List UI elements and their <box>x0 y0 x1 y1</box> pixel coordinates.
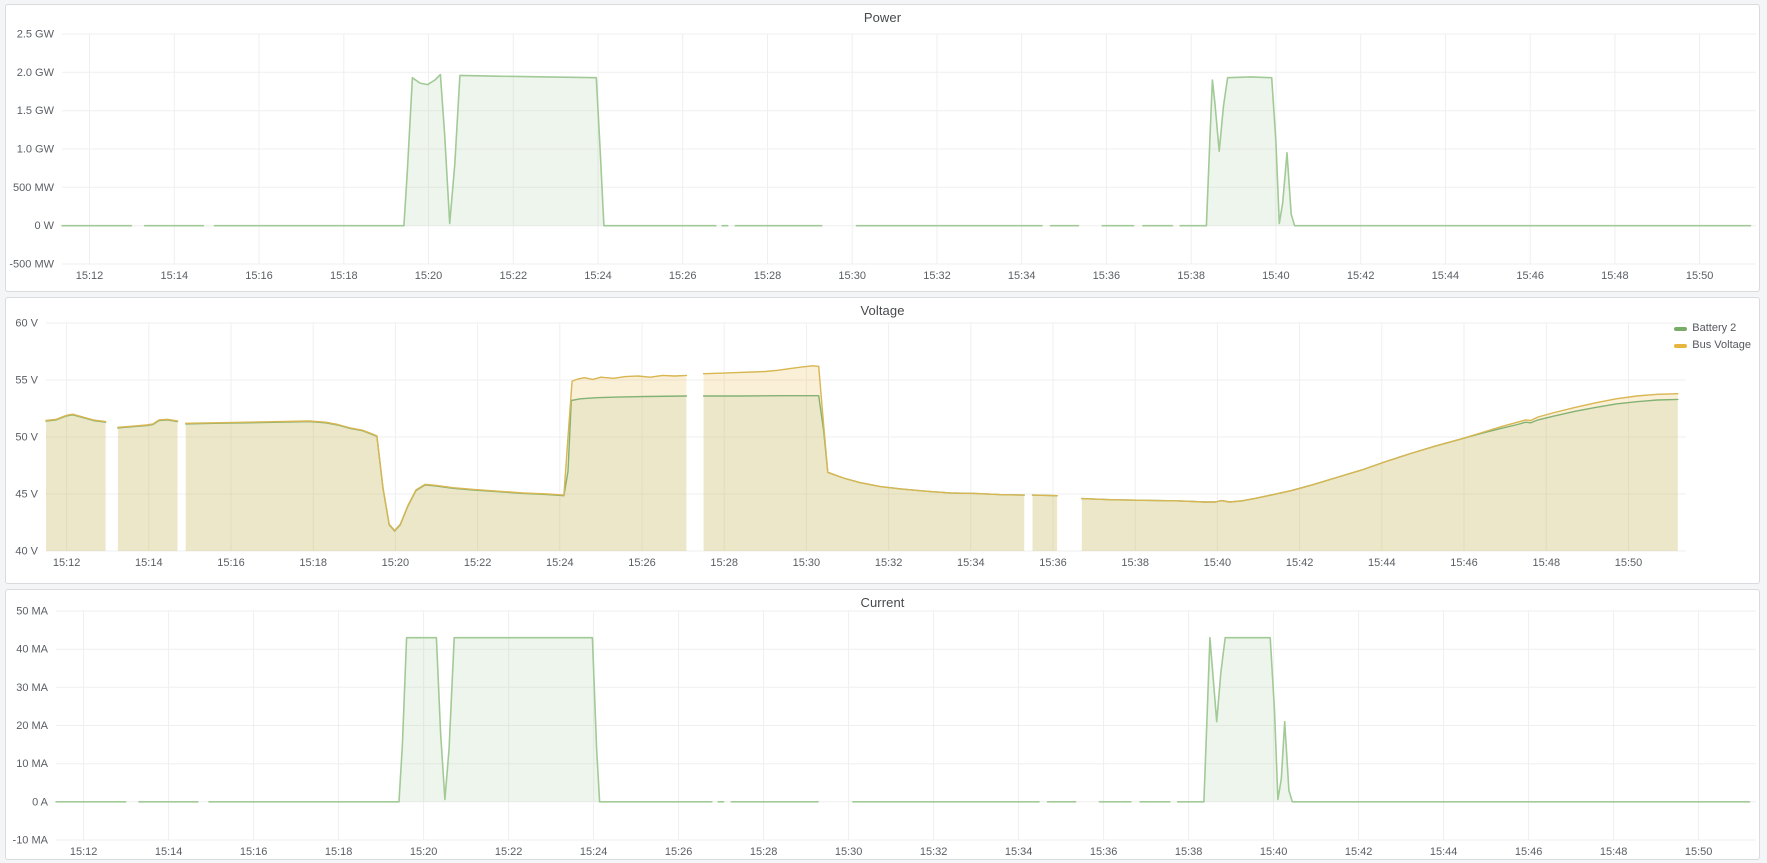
svg-text:15:24: 15:24 <box>580 846 608 858</box>
svg-text:40 V: 40 V <box>15 546 38 558</box>
svg-text:15:36: 15:36 <box>1090 846 1118 858</box>
svg-text:15:12: 15:12 <box>70 846 98 858</box>
svg-text:15:34: 15:34 <box>1008 270 1036 282</box>
svg-text:15:14: 15:14 <box>155 846 183 858</box>
svg-text:-500 MW: -500 MW <box>9 259 54 271</box>
svg-text:1.0 GW: 1.0 GW <box>17 144 55 156</box>
svg-text:15:30: 15:30 <box>835 846 863 858</box>
panel-voltage: Voltage 60 V55 V50 V45 V40 V15:1215:1415… <box>5 297 1760 584</box>
svg-text:15:32: 15:32 <box>923 270 951 282</box>
svg-text:15:20: 15:20 <box>415 270 443 282</box>
svg-text:45 V: 45 V <box>15 489 38 501</box>
svg-text:15:12: 15:12 <box>76 270 104 282</box>
svg-text:15:26: 15:26 <box>669 270 697 282</box>
svg-text:15:46: 15:46 <box>1515 846 1543 858</box>
legend-label-battery-2: Battery 2 <box>1692 322 1736 335</box>
panel-current: Current 50 MA40 MA30 MA20 MA10 MA0 A-10 … <box>5 589 1760 860</box>
svg-text:15:28: 15:28 <box>750 846 778 858</box>
power-chart[interactable]: 2.5 GW 2.0 GW 1.5 GW 1.0 GW 500 MW 0 W -500 MW… <box>6 5 1759 291</box>
svg-text:15:14: 15:14 <box>135 557 163 569</box>
svg-text:-10 MA: -10 MA <box>13 835 49 847</box>
svg-text:55 V: 55 V <box>15 375 38 387</box>
svg-text:15:30: 15:30 <box>793 557 821 569</box>
svg-text:15:42: 15:42 <box>1345 846 1373 858</box>
svg-text:60 V: 60 V <box>15 318 38 330</box>
svg-text:15:44: 15:44 <box>1368 557 1396 569</box>
svg-text:10 MA: 10 MA <box>16 758 48 770</box>
svg-text:15:36: 15:36 <box>1093 270 1121 282</box>
svg-text:15:36: 15:36 <box>1039 557 1067 569</box>
svg-text:15:44: 15:44 <box>1430 846 1458 858</box>
svg-text:15:18: 15:18 <box>299 557 327 569</box>
svg-text:15:24: 15:24 <box>584 270 612 282</box>
legend-item-battery-2[interactable]: Battery 2 <box>1674 322 1751 335</box>
svg-text:15:18: 15:18 <box>325 846 353 858</box>
svg-text:15:26: 15:26 <box>628 557 656 569</box>
svg-text:15:48: 15:48 <box>1600 846 1628 858</box>
svg-text:15:20: 15:20 <box>382 557 410 569</box>
svg-text:15:24: 15:24 <box>546 557 574 569</box>
voltage-chart[interactable]: 60 V 55 V 50 V 45 V 40 V 15:12 15:14 15:16 15:18… <box>6 298 1759 583</box>
svg-text:15:12: 15:12 <box>53 557 81 569</box>
svg-text:15:40: 15:40 <box>1260 846 1288 858</box>
svg-text:2.0 GW: 2.0 GW <box>17 67 55 79</box>
svg-text:15:42: 15:42 <box>1286 557 1314 569</box>
svg-text:15:40: 15:40 <box>1204 557 1232 569</box>
svg-text:15:44: 15:44 <box>1432 270 1460 282</box>
bus-voltage-swatch-icon <box>1674 344 1687 348</box>
svg-text:15:28: 15:28 <box>754 270 782 282</box>
svg-text:15:16: 15:16 <box>217 557 245 569</box>
svg-text:500 MW: 500 MW <box>13 182 55 194</box>
svg-text:15:50: 15:50 <box>1685 846 1713 858</box>
svg-text:15:16: 15:16 <box>245 270 273 282</box>
svg-text:15:40: 15:40 <box>1262 270 1290 282</box>
svg-text:0 W: 0 W <box>34 220 54 232</box>
svg-text:15:48: 15:48 <box>1533 557 1561 569</box>
svg-text:15:18: 15:18 <box>330 270 358 282</box>
svg-text:15:48: 15:48 <box>1601 270 1629 282</box>
svg-text:15:20: 15:20 <box>410 846 438 858</box>
svg-text:15:14: 15:14 <box>161 270 189 282</box>
svg-text:0 A: 0 A <box>32 796 49 808</box>
svg-text:15:34: 15:34 <box>1005 846 1033 858</box>
svg-text:1.5 GW: 1.5 GW <box>17 105 55 117</box>
svg-text:15:38: 15:38 <box>1121 557 1149 569</box>
svg-text:50 V: 50 V <box>15 432 38 444</box>
svg-text:15:22: 15:22 <box>495 846 523 858</box>
legend-item-bus-voltage[interactable]: Bus Voltage <box>1674 339 1751 352</box>
voltage-legend: Battery 2 Bus Voltage <box>1674 322 1751 352</box>
svg-text:15:26: 15:26 <box>665 846 693 858</box>
svg-text:15:32: 15:32 <box>920 846 948 858</box>
svg-text:20 MA: 20 MA <box>16 720 48 732</box>
svg-text:15:32: 15:32 <box>875 557 903 569</box>
svg-text:15:30: 15:30 <box>838 270 866 282</box>
svg-text:15:42: 15:42 <box>1347 270 1375 282</box>
svg-text:50 MA: 50 MA <box>16 606 48 618</box>
legend-label-bus-voltage: Bus Voltage <box>1692 339 1751 352</box>
svg-text:15:22: 15:22 <box>464 557 492 569</box>
svg-text:15:16: 15:16 <box>240 846 268 858</box>
svg-text:15:50: 15:50 <box>1686 270 1714 282</box>
svg-text:15:28: 15:28 <box>710 557 738 569</box>
battery-2-swatch-icon <box>1674 327 1687 331</box>
svg-text:15:38: 15:38 <box>1177 270 1205 282</box>
svg-text:40 MA: 40 MA <box>16 644 48 656</box>
panel-power: Power 2.5 GW2.0 GW1.5 GW1.0 GW500 MW0 W-… <box>5 4 1760 292</box>
svg-text:15:34: 15:34 <box>957 557 985 569</box>
svg-text:15:46: 15:46 <box>1516 270 1544 282</box>
svg-text:15:38: 15:38 <box>1175 846 1203 858</box>
svg-text:30 MA: 30 MA <box>16 682 48 694</box>
current-chart[interactable]: 50 MA 40 MA 30 MA 20 MA 10 MA 0 A -10 MA 15:12 1… <box>6 590 1759 859</box>
svg-text:15:50: 15:50 <box>1615 557 1643 569</box>
svg-text:15:46: 15:46 <box>1450 557 1478 569</box>
svg-text:15:22: 15:22 <box>500 270 528 282</box>
svg-text:2.5 GW: 2.5 GW <box>17 29 55 41</box>
